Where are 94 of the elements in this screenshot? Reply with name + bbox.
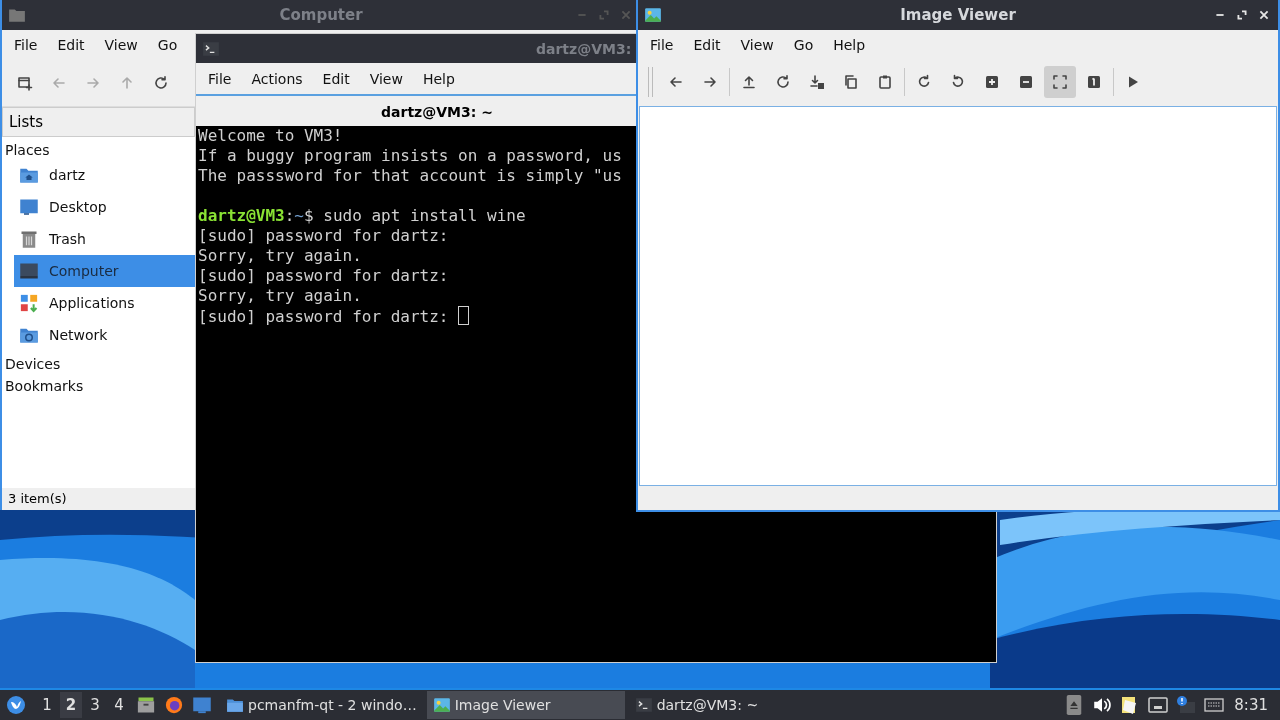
fit-button[interactable] (1044, 66, 1076, 98)
menu-item[interactable]: View (359, 70, 413, 87)
menu-item[interactable]: File (198, 70, 242, 87)
terminal-line: If a buggy program insists on a password, us (198, 146, 622, 165)
place-label: Desktop (49, 199, 107, 215)
window-title: Image Viewer (900, 6, 1016, 24)
file-cabinet-icon[interactable] (136, 695, 156, 715)
prompt-user: dartz@VM3 (198, 206, 285, 225)
menu-item[interactable]: File (4, 37, 48, 53)
section-header[interactable]: Bookmarks (2, 373, 195, 395)
place-item[interactable]: Network (14, 319, 195, 351)
place-label: Computer (49, 263, 119, 279)
prompt-separator: : (284, 206, 295, 225)
terminal-line: [sudo] password for dartz: (198, 226, 449, 245)
menu-item[interactable]: Help (823, 37, 876, 53)
rotate-right-icon (916, 74, 932, 90)
workspace-button[interactable]: 1 (36, 692, 58, 718)
app-menu-icon[interactable] (6, 695, 26, 715)
monitor-icon (19, 261, 39, 281)
folder-icon (226, 696, 244, 714)
zoom-out-icon (1018, 74, 1034, 90)
terminal-line: Sorry, try again. (198, 246, 362, 265)
terminal-icon (634, 696, 653, 714)
original-size-icon (1086, 74, 1102, 90)
workspace-button[interactable]: 3 (84, 692, 106, 718)
task-button[interactable]: dartz@VM3: ~ (628, 691, 827, 719)
menu-item[interactable]: View (94, 37, 148, 53)
globe-icon[interactable] (164, 695, 184, 715)
place-item[interactable]: dartz (14, 159, 195, 191)
section-header[interactable]: Places (2, 137, 195, 159)
place-item[interactable]: Desktop (14, 191, 195, 223)
terminal-icon (202, 39, 220, 58)
prompt-path: ~ (294, 206, 304, 225)
task-label: dartz@VM3: ~ (656, 697, 759, 713)
side-pane-dropdown[interactable]: Lists (2, 107, 195, 137)
terminal-line: Sorry, try again. (198, 286, 362, 305)
task-button[interactable]: Image Viewer (426, 691, 625, 719)
apps-grid-icon (19, 293, 39, 313)
workspace-button[interactable]: 4 (108, 692, 130, 718)
copy-icon (843, 74, 859, 90)
window-title: Computer (279, 6, 363, 24)
forward-icon (85, 75, 101, 91)
menu-item[interactable]: View (730, 37, 784, 53)
folder-icon (8, 6, 26, 24)
keyboard-icon[interactable] (1204, 695, 1225, 715)
back-icon (668, 74, 684, 90)
clock[interactable]: 8:31 (1234, 696, 1268, 714)
fit-icon (1052, 74, 1068, 90)
trash-icon (19, 229, 39, 249)
status-text: 3 item(s) (2, 488, 195, 510)
upload-icon (741, 74, 757, 90)
reload-icon (153, 75, 169, 91)
window-title: dartz@VM3: (536, 40, 632, 57)
up-icon (119, 75, 135, 91)
menu-item[interactable]: Edit (47, 37, 95, 53)
place-label: Applications (49, 295, 135, 311)
place-label: Network (49, 327, 108, 343)
menu-item[interactable]: Actions (241, 70, 313, 87)
task-label: pcmanfm-qt - 2 windo… (248, 697, 417, 713)
place-item[interactable]: Computer (14, 255, 195, 287)
section-header[interactable]: Devices (2, 351, 195, 373)
place-label: dartz (49, 167, 86, 183)
new-window-icon (17, 75, 33, 91)
command-text: $ sudo apt install wine (304, 206, 526, 225)
menu-item[interactable]: Edit (683, 37, 731, 53)
place-label: Trash (49, 231, 86, 247)
menu-item[interactable]: Go (783, 37, 824, 53)
menu-item[interactable]: File (640, 37, 684, 53)
place-item[interactable]: Applications (14, 287, 195, 319)
task-label: Image Viewer (454, 697, 551, 713)
menu-item[interactable]: Edit (312, 70, 360, 87)
notification-icon[interactable] (1176, 695, 1197, 715)
menu-item[interactable]: Help (412, 70, 465, 87)
clipboard-icon (877, 74, 893, 90)
network-icon[interactable] (1148, 695, 1169, 715)
desktop-icon[interactable] (192, 695, 212, 715)
workspace-button[interactable]: 2 (60, 692, 82, 718)
volume-icon[interactable] (1092, 695, 1113, 715)
image-icon (644, 6, 662, 24)
terminal-line: The passsword for that account is simply "us (198, 166, 622, 185)
terminal-line: [sudo] password for dartz: (198, 266, 449, 285)
forward-icon (702, 74, 718, 90)
image-icon (432, 696, 451, 714)
place-item[interactable]: Trash (14, 223, 195, 255)
reload-icon (775, 74, 791, 90)
zoom-in-icon (984, 74, 1000, 90)
terminal-line: [sudo] password for dartz: (198, 307, 449, 326)
menu-item[interactable]: Go (147, 37, 188, 53)
rotate-left-icon (950, 74, 966, 90)
task-button[interactable]: pcmanfm-qt - 2 windo… (220, 691, 423, 719)
back-icon (51, 75, 67, 91)
desktop-icon (19, 197, 39, 217)
download-icon (809, 74, 825, 90)
terminal-line: Welcome to VM3! (198, 126, 343, 145)
